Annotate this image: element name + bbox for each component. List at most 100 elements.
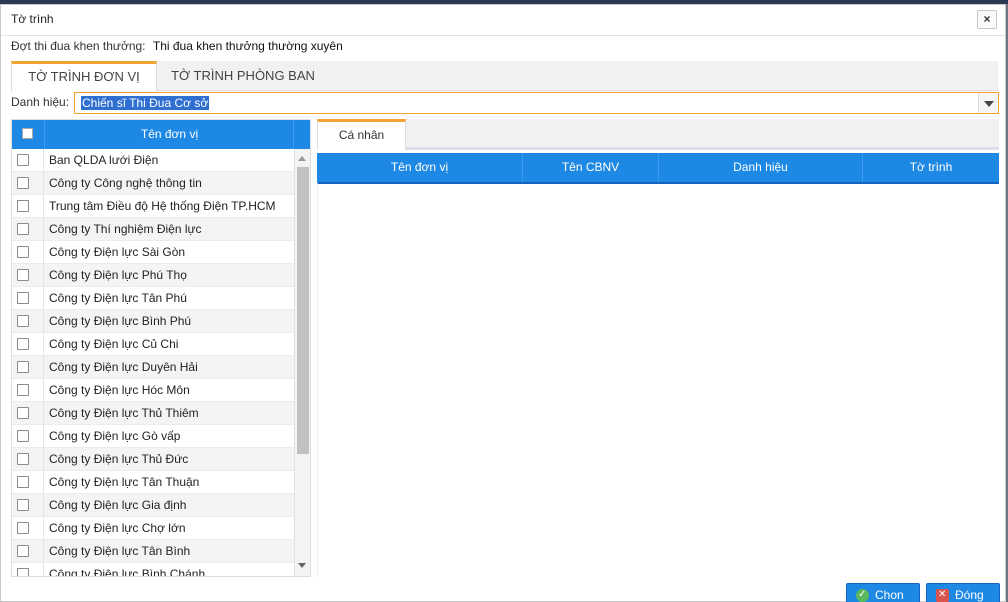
row-checkbox[interactable] xyxy=(17,177,29,189)
header-ten-don-vi[interactable]: Tên đơn vị xyxy=(45,120,294,149)
tab-to-trinh-phong-ban[interactable]: TỜ TRÌNH PHÒNG BAN xyxy=(157,61,329,91)
dong-button-label: Đóng xyxy=(955,588,984,602)
row-divider xyxy=(43,287,44,310)
row-label: Trung tâm Điều độ Hệ thống Điện TP.HCM xyxy=(49,199,276,213)
row-checkbox[interactable] xyxy=(17,499,29,511)
row-label: Công ty Điện lực Tân Thuận xyxy=(49,475,200,489)
row-label: Công ty Điện lực Bình Phú xyxy=(49,314,192,328)
col-to-trinh[interactable]: Tờ trình xyxy=(863,153,999,182)
row-label: Công ty Điện lực Phú Thọ xyxy=(49,268,187,282)
table-row[interactable]: Công ty Điện lực Bình Phú xyxy=(12,310,295,333)
row-checkbox[interactable] xyxy=(17,200,29,212)
row-divider xyxy=(43,149,44,172)
table-row[interactable]: Công ty Điện lực Bình Chánh xyxy=(12,563,295,576)
row-checkbox[interactable] xyxy=(17,476,29,488)
row-checkbox[interactable] xyxy=(17,545,29,557)
tab-ca-nhan[interactable]: Cá nhân xyxy=(317,119,406,150)
dialog-titlebar: Tờ trình × xyxy=(1,5,1005,36)
row-divider xyxy=(43,425,44,448)
row-label: Công ty Điện lực Tân Bình xyxy=(49,544,191,558)
table-row[interactable]: Công ty Điện lực Tân Thuận xyxy=(12,471,295,494)
row-checkbox[interactable] xyxy=(17,292,29,304)
table-row[interactable]: Công ty Điện lực Thủ Đức xyxy=(12,448,295,471)
row-label: Công ty Điện lực Tân Phú xyxy=(49,291,187,305)
vertical-scrollbar[interactable] xyxy=(294,149,310,576)
check-icon xyxy=(856,584,869,602)
table-row[interactable]: Công ty Điện lực Thủ Thiêm xyxy=(12,402,295,425)
chon-button[interactable]: Chon xyxy=(846,583,920,602)
danh-hieu-label: Danh hiệu: xyxy=(11,95,70,109)
table-row[interactable]: Công ty Điện lực Tân Bình xyxy=(12,540,295,563)
chevron-down-icon[interactable] xyxy=(978,93,998,113)
col-ten-don-vi[interactable]: Tên đơn vị xyxy=(317,153,523,182)
ca-nhan-grid-header: Tên đơn vị Tên CBNV Danh hiệu Tờ trình xyxy=(317,153,999,182)
table-row[interactable]: Ban QLDA lưới Điện xyxy=(12,149,295,172)
table-row[interactable]: Công ty Điện lực Tân Phú xyxy=(12,287,295,310)
main-tabs: TỜ TRÌNH ĐƠN VỊ TỜ TRÌNH PHÒNG BAN xyxy=(11,61,998,92)
row-divider xyxy=(43,310,44,333)
row-label: Công ty Điện lực Sài Gòn xyxy=(49,245,186,259)
dot-thi-dua-label: Đợt thi đua khen thưởng: xyxy=(11,39,146,53)
tab-to-trinh-don-vi[interactable]: TỜ TRÌNH ĐƠN VỊ xyxy=(11,61,157,92)
row-checkbox[interactable] xyxy=(17,568,29,576)
ca-nhan-tabs: Cá nhân xyxy=(317,119,999,150)
ca-nhan-panel: Cá nhân Tên đơn vị Tên CBNV Danh hiệu Tờ… xyxy=(317,119,999,577)
row-label: Công ty Thí nghiệm Điện lực xyxy=(49,222,202,236)
table-row[interactable]: Công ty Thí nghiệm Điện lực xyxy=(12,218,295,241)
close-button[interactable]: × xyxy=(977,10,997,29)
danh-hieu-value: Chiến sĩ Thi Đua Cơ sở xyxy=(81,96,210,110)
row-checkbox[interactable] xyxy=(17,430,29,442)
row-divider xyxy=(43,218,44,241)
close-icon xyxy=(936,584,949,602)
row-checkbox[interactable] xyxy=(17,223,29,235)
row-checkbox[interactable] xyxy=(17,246,29,258)
row-label: Công ty Điện lực Gia định xyxy=(49,498,187,512)
table-row[interactable]: Công ty Điện lực Gia định xyxy=(12,494,295,517)
danh-hieu-select[interactable]: Chiến sĩ Thi Đua Cơ sở xyxy=(74,92,999,114)
table-row[interactable]: Công ty Điện lực Duyên Hải xyxy=(12,356,295,379)
scrollbar-thumb[interactable] xyxy=(297,167,309,454)
row-divider xyxy=(43,517,44,540)
row-label: Công ty Điện lực Duyên Hải xyxy=(49,360,198,374)
row-divider xyxy=(43,356,44,379)
row-label: Công ty Điện lực Củ Chi xyxy=(49,337,179,351)
dialog-title: Tờ trình xyxy=(11,12,54,26)
don-vi-grid-body: Ban QLDA lưới Điện Công ty Công nghệ thô… xyxy=(12,149,295,576)
header-divider xyxy=(293,120,294,149)
col-danh-hieu[interactable]: Danh hiệu xyxy=(659,153,863,182)
row-checkbox[interactable] xyxy=(17,453,29,465)
table-row[interactable]: Công ty Công nghệ thông tin xyxy=(12,172,295,195)
row-checkbox[interactable] xyxy=(17,384,29,396)
select-all-checkbox[interactable] xyxy=(22,128,33,139)
row-label: Công ty Điện lực Thủ Đức xyxy=(49,452,189,466)
table-row[interactable]: Công ty Điện lực Sài Gòn xyxy=(12,241,295,264)
row-checkbox[interactable] xyxy=(17,154,29,166)
table-row[interactable]: Công ty Điện lực Chợ lớn xyxy=(12,517,295,540)
row-checkbox[interactable] xyxy=(17,522,29,534)
row-divider xyxy=(43,563,44,576)
row-checkbox[interactable] xyxy=(17,269,29,281)
table-row[interactable]: Công ty Điện lực Củ Chi xyxy=(12,333,295,356)
row-label: Công ty Điện lực Thủ Thiêm xyxy=(49,406,199,420)
row-label: Công ty Điện lực Chợ lớn xyxy=(49,521,186,535)
scroll-up-icon[interactable] xyxy=(298,156,306,161)
don-vi-grid-header: Tên đơn vị xyxy=(12,120,310,149)
row-checkbox[interactable] xyxy=(17,407,29,419)
table-row[interactable]: Công ty Điện lực Phú Thọ xyxy=(12,264,295,287)
row-divider xyxy=(43,172,44,195)
scroll-down-icon[interactable] xyxy=(298,563,306,568)
row-checkbox[interactable] xyxy=(17,315,29,327)
table-row[interactable]: Trung tâm Điều độ Hệ thống Điện TP.HCM xyxy=(12,195,295,218)
dot-thi-dua-row: Đợt thi đua khen thưởng: Thi đua khen th… xyxy=(11,39,343,53)
row-label: Công ty Điện lực Gò vấp xyxy=(49,429,181,443)
row-checkbox[interactable] xyxy=(17,338,29,350)
dong-button[interactable]: Đóng xyxy=(926,583,1000,602)
ca-nhan-grid-body xyxy=(317,182,999,577)
col-ten-cbnv[interactable]: Tên CBNV xyxy=(523,153,659,182)
table-row[interactable]: Công ty Điện lực Gò vấp xyxy=(12,425,295,448)
row-divider xyxy=(43,540,44,563)
row-label: Công ty Công nghệ thông tin xyxy=(49,176,202,190)
table-row[interactable]: Công ty Điện lực Hóc Môn xyxy=(12,379,295,402)
row-checkbox[interactable] xyxy=(17,361,29,373)
to-trinh-dialog: Tờ trình × Đợt thi đua khen thưởng: Thi … xyxy=(0,4,1006,602)
